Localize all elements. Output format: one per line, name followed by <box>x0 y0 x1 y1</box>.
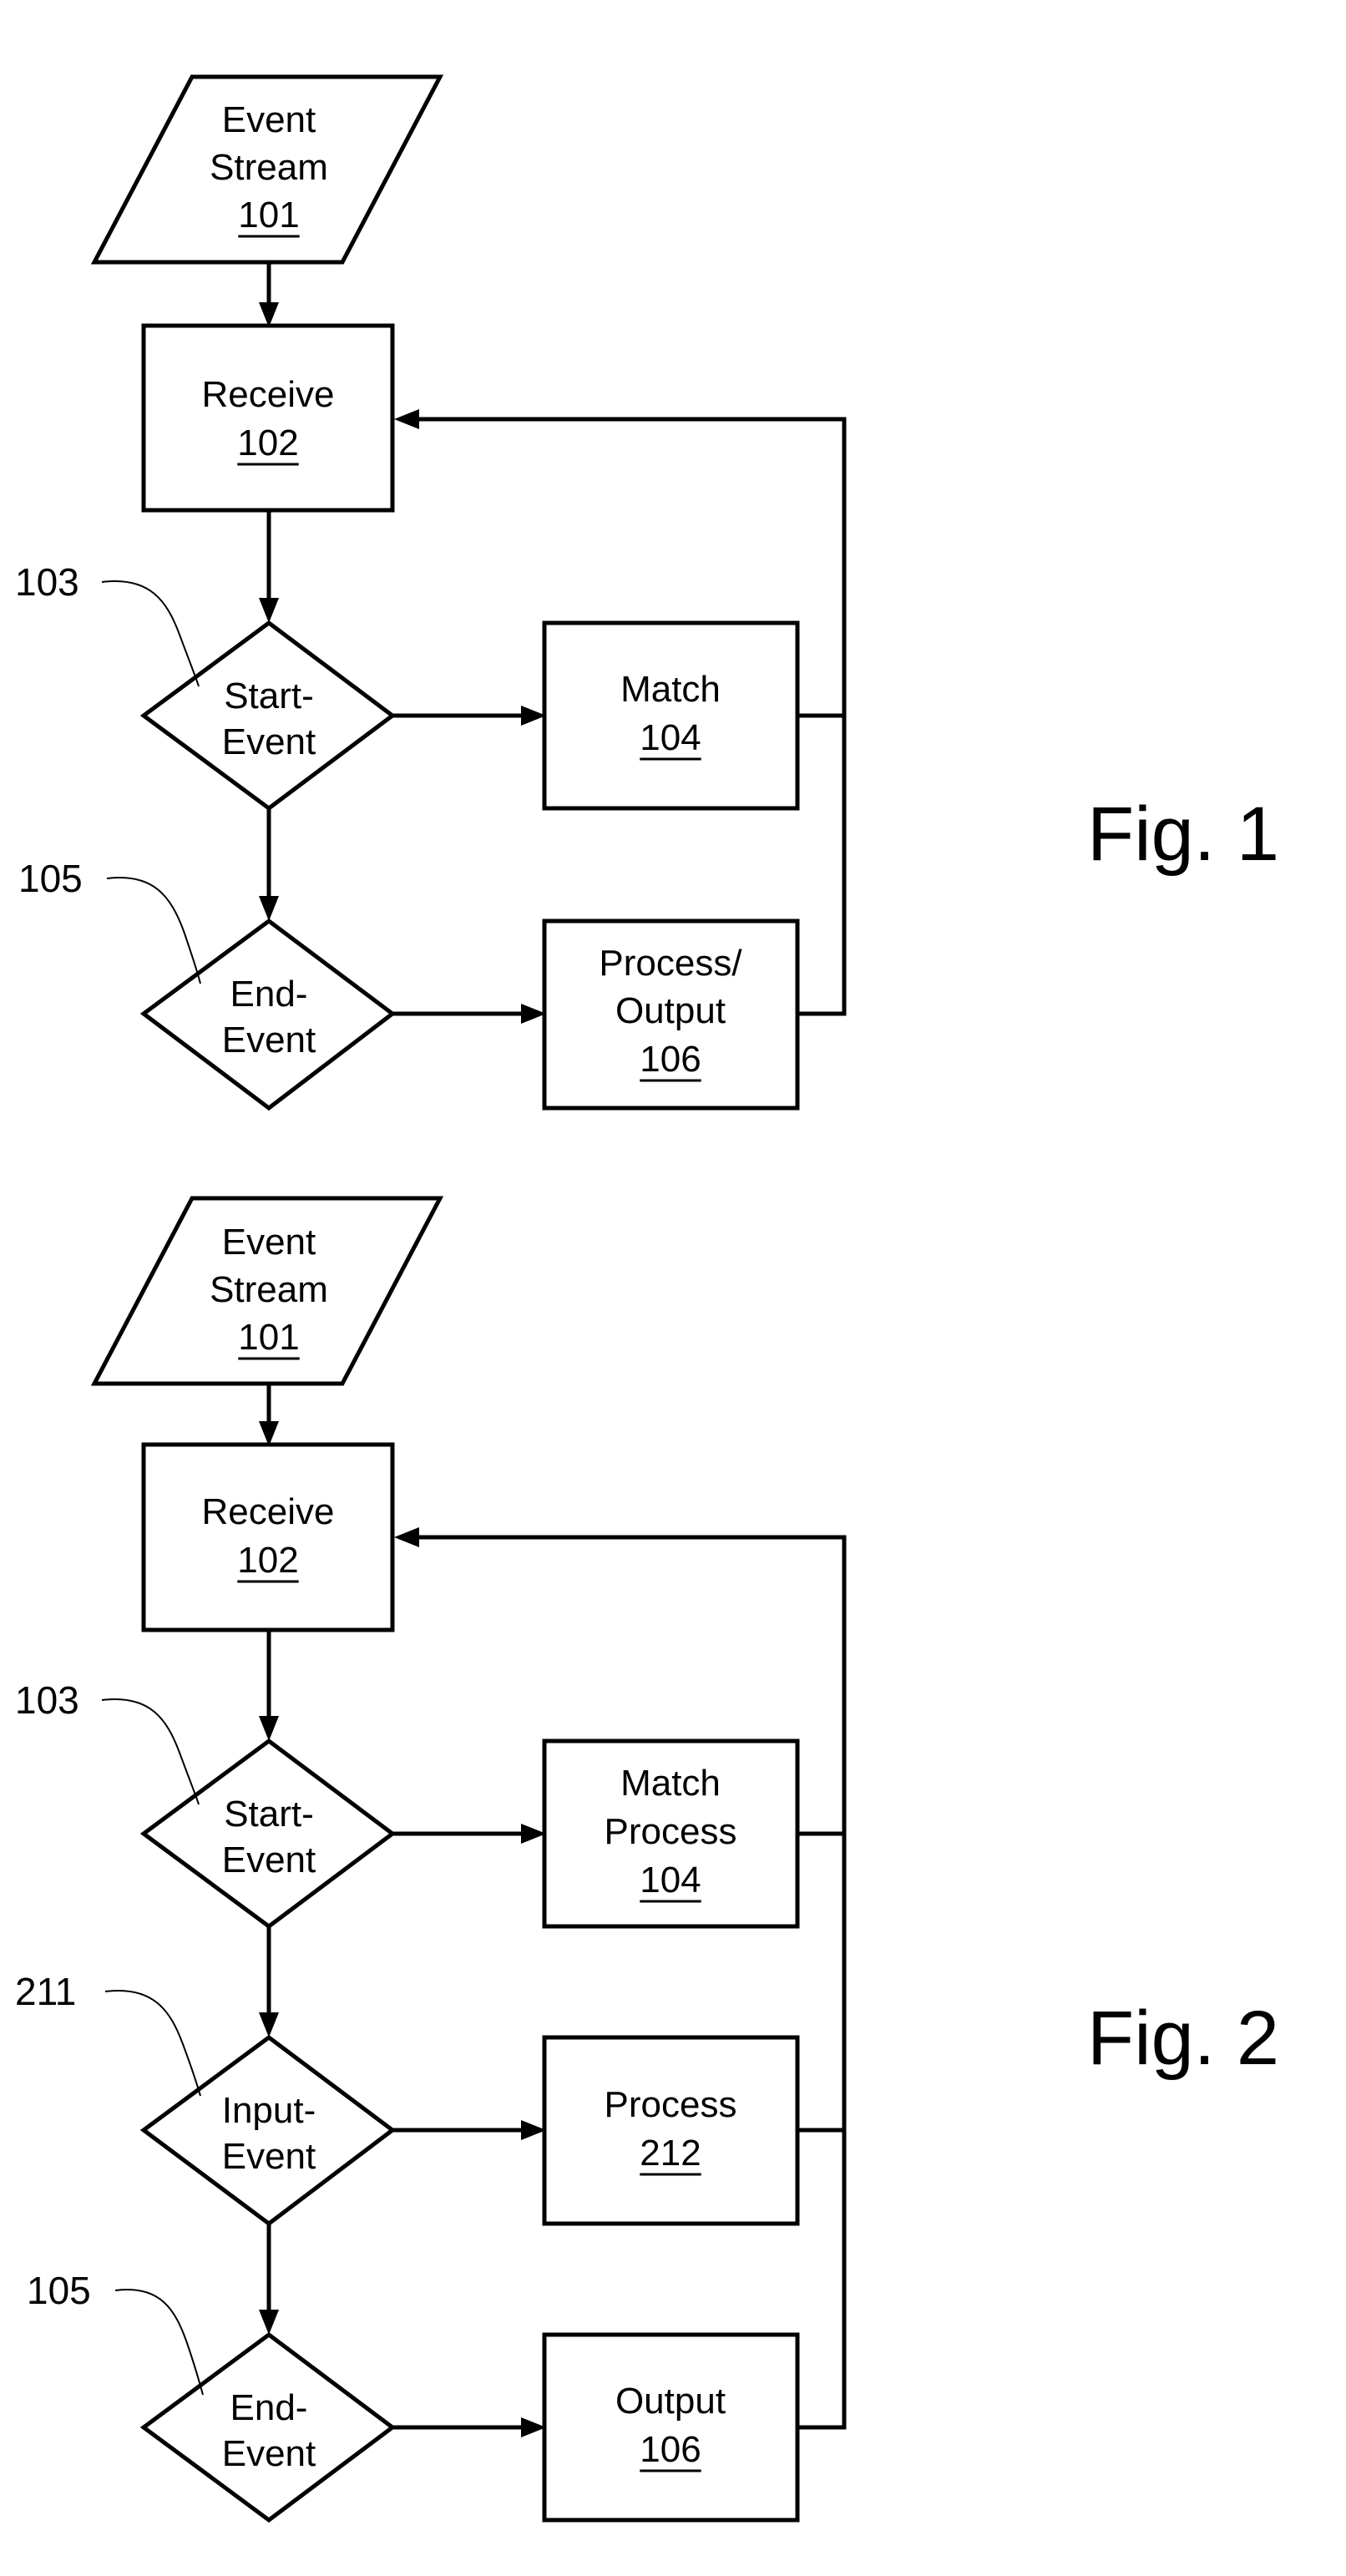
fig1-receive-box <box>141 323 395 513</box>
arrowhead-down-icon <box>259 896 279 921</box>
fig2-event-stream-label-2: Stream <box>210 1269 328 1310</box>
fig2-end-label-2: Event <box>222 2433 316 2474</box>
fig2-callout-103: 103 <box>15 1678 79 1722</box>
fig2-receive-ref: 102 <box>237 1540 298 1581</box>
fig1-output-label-2: Output <box>615 990 726 1031</box>
fig1-output-label-1: Process/ <box>599 943 742 984</box>
fig2-receive-label: Receive <box>202 1491 335 1532</box>
fig1-receive-label: Receive <box>202 374 335 415</box>
fig2-receive-box <box>141 1442 395 1632</box>
fig1-leader-103 <box>101 580 200 687</box>
arrowhead-down-icon <box>259 2310 279 2335</box>
fig2-callout-105: 105 <box>27 2269 91 2312</box>
arrowhead-down-icon <box>259 1716 279 1741</box>
fig2-process-label: Process <box>605 2084 737 2125</box>
fig2-leader-105 <box>114 2289 204 2396</box>
fig1-end-label-1: End- <box>230 974 308 1015</box>
fig2-event-stream-label-1: Event <box>222 1222 316 1263</box>
fig1-match-label: Match <box>620 669 721 710</box>
fig1-receive-ref: 102 <box>237 423 298 463</box>
fig2-leader-103 <box>101 1698 200 1805</box>
fig2-feedback-loop <box>416 1535 847 2430</box>
arrowhead-left-icon <box>394 1527 419 1547</box>
fig2-leader-211 <box>104 1990 201 2097</box>
fig1-callout-103: 103 <box>15 560 79 604</box>
arrowhead-down-icon <box>259 2012 279 2037</box>
fig2-output-ref: 106 <box>640 2429 701 2470</box>
fig2-caption: Fig. 2 <box>1087 1996 1279 2081</box>
fig1-output-ref: 106 <box>640 1039 701 1080</box>
fig1-callout-105: 105 <box>18 857 83 900</box>
fig2-input-label-2: Event <box>222 2136 316 2177</box>
fig2-match-ref: 104 <box>640 1860 701 1900</box>
fig1-event-stream-label-2: Stream <box>210 147 328 188</box>
fig2-event-stream-ref: 101 <box>238 1317 299 1358</box>
fig2-process-ref: 212 <box>640 2133 701 2174</box>
fig1-match-ref: 104 <box>640 717 701 758</box>
fig2-process-box <box>542 2035 800 2226</box>
fig2-start-label-2: Event <box>222 1840 316 1880</box>
fig2-callout-211: 211 <box>15 1970 76 2013</box>
figure-1: Event Stream 101 Receive 102 Start- Even… <box>15 74 1279 1111</box>
fig1-leader-105 <box>106 877 201 984</box>
patent-flowchart-drawing: Event Stream 101 Receive 102 Start- Even… <box>15 74 1279 2523</box>
fig2-start-label-1: Start- <box>224 1794 314 1835</box>
arrowhead-left-icon <box>394 409 419 429</box>
fig2-match-label-2: Process <box>605 1811 737 1852</box>
fig1-caption: Fig. 1 <box>1087 792 1279 877</box>
figure-2: Event Stream 101 Receive 102 Start- Even… <box>15 1196 1279 2523</box>
fig2-output-label: Output <box>615 2381 726 2422</box>
arrowhead-down-icon <box>259 598 279 623</box>
fig2-input-label-1: Input- <box>222 2090 316 2131</box>
fig1-end-event-decision <box>139 918 397 1111</box>
fig1-event-stream-ref: 101 <box>238 195 299 235</box>
fig2-end-label-1: End- <box>230 2387 308 2428</box>
fig1-end-label-2: Event <box>222 1020 316 1060</box>
fig1-start-label-2: Event <box>222 721 316 762</box>
fig1-event-stream-label-1: Event <box>222 99 316 140</box>
fig2-output-box <box>542 2332 800 2523</box>
fig1-match-box <box>542 620 800 811</box>
fig1-start-label-1: Start- <box>224 676 314 716</box>
fig2-match-label-1: Match <box>620 1763 721 1804</box>
